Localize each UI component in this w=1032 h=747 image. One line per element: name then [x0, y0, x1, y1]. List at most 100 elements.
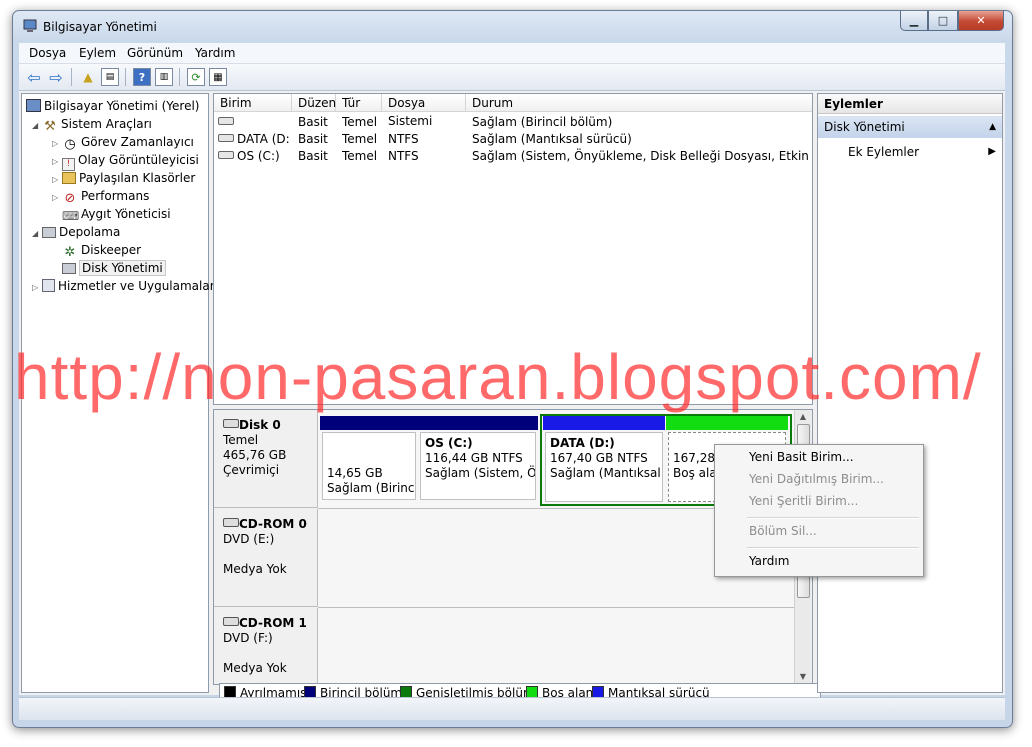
tree-item-label: Görev Zamanlayıcı — [81, 135, 194, 149]
volume-list-pane: Birim Düzen Tür Dosya Sistemi Durum Basi… — [213, 93, 813, 405]
action-label: Ek Eylemler — [848, 145, 920, 159]
volume-type-cell: Temel — [342, 132, 378, 146]
tree-item-device-manager[interactable]: ⌨ Aygıt Yöneticisi — [62, 205, 171, 223]
tree-item-label: Performans — [81, 189, 150, 203]
collapse-icon: ◢ — [32, 121, 39, 130]
menu-gorunum[interactable]: Görünüm — [127, 46, 183, 60]
menu-eylem[interactable]: Eylem — [79, 46, 116, 60]
action-pane-icon: ▥ — [159, 72, 169, 82]
show-hide-action-pane-button[interactable]: ▥ — [155, 68, 173, 86]
column-header-tur[interactable]: Tür — [336, 94, 382, 112]
minimize-button[interactable]: ▁ — [900, 11, 928, 31]
toolbar: ⇦ ⇨ ▲ ▤ ? ▥ ⟳ ▦ — [19, 64, 1005, 91]
volume-fs-cell: NTFS — [388, 149, 419, 163]
drive-icon — [218, 117, 234, 125]
menu-item-new-striped-volume[interactable]: Yeni Şeritli Birim... — [749, 491, 858, 511]
volume-name: DATA (D:) — [237, 132, 290, 146]
tree-item-shared-folders[interactable]: ▷ Paylaşılan Klasörler — [52, 169, 195, 187]
tree-item-label: Sistem Araçları — [61, 117, 152, 131]
status-bar — [19, 697, 1005, 720]
menu-item-delete-partition[interactable]: Bölüm Sil... — [749, 521, 817, 541]
tree-item-services[interactable]: ▷ Hizmetler ve Uygulamalar — [32, 277, 215, 295]
volume-name-cell: OS (C:) — [218, 148, 290, 165]
partition-title: OS (C:) — [425, 436, 473, 450]
folder-up-icon: ▲ — [83, 70, 93, 84]
column-header-dosya-sistemi[interactable]: Dosya Sistemi — [382, 94, 466, 128]
scroll-down-icon[interactable]: ▼ — [795, 670, 811, 684]
disk-size: 465,76 GB — [223, 448, 287, 462]
drive-icon — [218, 134, 234, 142]
partition-status: Sağlam (Mantıksal s — [550, 466, 663, 480]
action-more-actions[interactable]: Ek Eylemler ▶ — [848, 142, 998, 162]
maximize-button[interactable]: □ — [928, 11, 958, 31]
refresh-button[interactable]: ⟳ — [187, 68, 205, 86]
tree-item-root[interactable]: Bilgisayar Yönetimi (Yerel) — [26, 97, 199, 115]
storage-icon — [42, 227, 56, 238]
partition-size: 167,40 GB NTFS — [550, 451, 648, 465]
partition-data-d[interactable]: DATA (D:) 167,40 GB NTFS Sağlam (Mantıks… — [543, 416, 665, 504]
tree-item-storage[interactable]: ◢ Depolama — [32, 223, 120, 241]
tree-item-performance[interactable]: ▷ ⊘ Performans — [52, 187, 150, 206]
menu-item-new-simple-volume[interactable]: Yeni Basit Birim... — [749, 447, 854, 467]
partition-size: 116,44 GB NTFS — [425, 451, 523, 465]
up-level-button[interactable]: ▲ — [79, 68, 97, 86]
partition-os-c[interactable]: OS (C:) 116,44 GB NTFS Sağlam (Sistem, Ö… — [418, 416, 538, 502]
forward-button[interactable]: ⇨ — [47, 67, 65, 87]
tree-item-disk-management[interactable]: Disk Yönetimi — [62, 259, 166, 277]
caption-buttons: ▁ □ ✕ — [900, 11, 1004, 31]
diskeeper-icon: ✲ — [64, 245, 76, 260]
volume-status-cell: Sağlam (Sistem, Önyükleme, Disk Belleği … — [472, 149, 808, 163]
help-button[interactable]: ? — [133, 68, 151, 86]
menu-item-new-spanned-volume[interactable]: Yeni Dağıtılmış Birim... — [749, 469, 884, 489]
tree-item-event-viewer[interactable]: ▷! Olay Görüntüleyicisi — [52, 151, 199, 171]
tree-item-task-scheduler[interactable]: ▷ ◷ Görev Zamanlayıcı — [52, 133, 194, 152]
toolbar-separator — [71, 68, 72, 86]
actions-section-disk-management[interactable]: Disk Yönetimi ▲ — [818, 116, 1002, 138]
volume-name-cell: DATA (D:) — [218, 131, 290, 148]
menu-bar: Dosya Eylem Görünüm Yardım — [19, 43, 1005, 64]
show-hide-tree-button[interactable]: ▤ — [101, 68, 119, 86]
menu-item-help[interactable]: Yardım — [749, 551, 789, 571]
actions-section-label: Disk Yönetimi — [824, 120, 905, 134]
partition-title: DATA (D:) — [550, 436, 615, 450]
collapse-up-icon[interactable]: ▲ — [989, 116, 996, 138]
column-header-duzen[interactable]: Düzen — [292, 94, 336, 112]
volume-layout-cell: Basit — [298, 132, 328, 146]
tree-item-system-tools[interactable]: ◢ ⚒ Sistem Araçları — [32, 115, 152, 134]
cdrom-0-label[interactable]: CD-ROM 0 DVD (E:) Medya Yok — [214, 509, 318, 607]
disk-0-label[interactable]: Disk 0 Temel 465,76 GB Çevrimiçi — [214, 410, 318, 508]
scroll-up-icon[interactable]: ▲ — [795, 410, 811, 424]
tree-item-label: Aygıt Yöneticisi — [81, 207, 171, 221]
disk-management-icon — [62, 263, 76, 274]
partition-status: Sağlam (Birincil — [327, 481, 416, 495]
close-button[interactable]: ✕ — [958, 11, 1004, 31]
shared-folder-icon — [62, 172, 76, 184]
maximize-icon: □ — [937, 14, 949, 27]
tree-item-label: Paylaşılan Klasörler — [79, 171, 196, 185]
properties-button[interactable]: ▦ — [209, 68, 227, 86]
disk-drive: DVD (F:) — [223, 631, 273, 645]
partition-recovery[interactable]: 14,65 GB Sağlam (Birincil — [320, 416, 418, 502]
column-header-durum[interactable]: Durum — [466, 94, 812, 112]
tree-item-diskeeper[interactable]: ✲ Diskeeper — [62, 241, 142, 260]
volume-layout-cell: Basit — [298, 115, 328, 129]
properties-icon: ▦ — [213, 71, 223, 83]
console-tree-icon: ▤ — [105, 72, 115, 82]
back-button[interactable]: ⇦ — [25, 68, 43, 87]
menu-yardim[interactable]: Yardım — [195, 46, 235, 60]
volume-type-cell: Temel — [342, 115, 378, 129]
toolbar-separator — [125, 68, 126, 86]
disk-drive: DVD (E:) — [223, 532, 275, 546]
cd-icon — [223, 617, 239, 626]
actions-header: Eylemler — [818, 94, 1002, 114]
computer-management-icon — [23, 19, 37, 32]
volume-name-cell — [218, 114, 290, 131]
cdrom-1-label[interactable]: CD-ROM 1 DVD (F:) Medya Yok — [214, 608, 318, 684]
partition-body: OS (C:) 116,44 GB NTFS Sağlam (Sistem, Ö… — [420, 432, 536, 500]
forward-arrow-icon: ⇨ — [49, 67, 63, 87]
tree-item-label: Hizmetler ve Uygulamalar — [58, 279, 215, 293]
column-header-birim[interactable]: Birim — [214, 94, 292, 112]
disk-name: Disk 0 — [239, 418, 281, 432]
menu-dosya[interactable]: Dosya — [29, 46, 66, 60]
cdrom-1-area — [318, 608, 794, 684]
